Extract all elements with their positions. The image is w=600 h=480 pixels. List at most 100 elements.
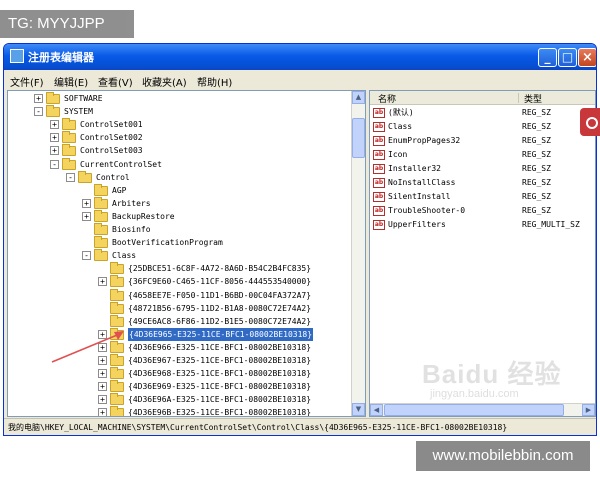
folder-icon bbox=[94, 196, 108, 209]
folder-icon bbox=[110, 327, 124, 340]
value-row[interactable]: ab EnumPropPages32 REG_SZ bbox=[370, 134, 595, 148]
folder-icon bbox=[110, 288, 124, 301]
menu-view[interactable]: 查看(V) bbox=[98, 74, 133, 89]
value-name: NoInstallClass bbox=[388, 178, 456, 187]
menu-edit[interactable]: 编辑(E) bbox=[54, 74, 88, 89]
title-bar[interactable]: 注册表编辑器 _ □ × bbox=[4, 44, 596, 70]
expand-plus-icon[interactable]: + bbox=[50, 133, 59, 143]
tree-item-label: {4D36E96B-E325-11CE-BFC1-08002BE10318} bbox=[128, 408, 312, 417]
value-row[interactable]: ab Class REG_SZ bbox=[370, 120, 595, 134]
tree-item[interactable]: Biosinfo bbox=[8, 223, 353, 236]
tree-item-label: Control bbox=[96, 172, 130, 182]
tree-item[interactable]: BootVerificationProgram bbox=[8, 236, 353, 249]
expand-plus-icon[interactable]: + bbox=[50, 120, 59, 130]
tree-item[interactable]: {48721B56-6795-11D2-B1A8-0080C72E74A2} bbox=[8, 301, 353, 315]
tree-item[interactable]: - Control bbox=[8, 170, 353, 184]
expand-plus-icon[interactable]: + bbox=[98, 395, 107, 405]
tree-item[interactable]: - CurrentControlSet bbox=[8, 157, 353, 171]
value-row[interactable]: ab NoInstallClass REG_SZ bbox=[370, 176, 595, 190]
tree-item[interactable]: + {36FC9E60-C465-11CF-8056-444553540000} bbox=[8, 275, 353, 288]
value-type: REG_SZ bbox=[522, 192, 551, 201]
string-value-icon: ab bbox=[373, 164, 385, 174]
value-row[interactable]: ab TroubleShooter-0 REG_SZ bbox=[370, 204, 595, 218]
value-name: EnumPropPages32 bbox=[388, 136, 461, 145]
maximize-button[interactable]: □ bbox=[558, 48, 577, 67]
value-type: REG_SZ bbox=[522, 164, 551, 173]
expand-plus-icon[interactable]: + bbox=[98, 329, 107, 339]
tree-item[interactable]: + {4D36E969-E325-11CE-BFC1-08002BE10318} bbox=[8, 380, 353, 393]
folder-icon bbox=[94, 223, 108, 235]
scroll-thumb[interactable] bbox=[352, 118, 365, 158]
expand-plus-icon[interactable]: + bbox=[98, 369, 107, 379]
scroll-right-arrow-icon[interactable]: ▶ bbox=[582, 404, 595, 416]
column-header-type[interactable]: 类型 bbox=[524, 92, 542, 105]
collapse-minus-icon[interactable]: - bbox=[82, 251, 91, 261]
tree-item[interactable]: + ControlSet001 bbox=[8, 118, 353, 131]
expand-plus-icon[interactable]: + bbox=[98, 356, 107, 365]
tree-item[interactable]: + Arbiters bbox=[8, 196, 353, 210]
folder-icon bbox=[62, 118, 76, 131]
tree-item[interactable]: + BackupRestore bbox=[8, 209, 353, 223]
expand-plus-icon[interactable]: + bbox=[98, 408, 107, 416]
tree-item[interactable]: {4658EE7E-F050-11D1-B6BD-00C04FA372A7} bbox=[8, 288, 353, 302]
scroll-up-arrow-icon[interactable]: ▲ bbox=[352, 91, 365, 104]
menu-favorites[interactable]: 收藏夹(A) bbox=[142, 74, 187, 89]
tree-item[interactable]: {49CE6AC8-6F86-11D2-B1E5-0080C72E74A2} bbox=[8, 314, 353, 328]
menu-help[interactable]: 帮助(H) bbox=[197, 74, 232, 89]
folder-icon bbox=[110, 367, 124, 380]
tree-vertical-scrollbar[interactable]: ▲ ▼ bbox=[351, 91, 365, 416]
tree-item-label: BackupRestore bbox=[112, 211, 175, 221]
tree-item[interactable]: + {4D36E966-E325-11CE-BFC1-08002BE10318} bbox=[8, 340, 353, 354]
column-divider[interactable] bbox=[518, 93, 519, 103]
value-row[interactable]: ab Installer32 REG_SZ bbox=[370, 162, 595, 176]
expand-plus-icon[interactable]: + bbox=[82, 198, 91, 208]
tree-item[interactable]: {25DBCE51-6C8F-4A72-8A6D-B54C2B4FC835} bbox=[8, 262, 353, 275]
folder-icon bbox=[110, 354, 124, 366]
expand-plus-icon[interactable]: + bbox=[50, 146, 59, 156]
tree-item[interactable]: - Class bbox=[8, 249, 353, 262]
tree-item-label: Biosinfo bbox=[112, 225, 151, 234]
value-type: REG_SZ bbox=[522, 206, 551, 215]
expand-plus-icon[interactable]: + bbox=[98, 342, 107, 352]
value-row[interactable]: ab Icon REG_SZ bbox=[370, 148, 595, 162]
tree-item[interactable]: + SOFTWARE bbox=[8, 92, 353, 105]
collapse-minus-icon[interactable]: - bbox=[34, 107, 43, 117]
folder-icon bbox=[110, 380, 124, 393]
scroll-down-arrow-icon[interactable]: ▼ bbox=[352, 403, 365, 416]
tree-item[interactable]: + {4D36E965-E325-11CE-BFC1-08002BE10318} bbox=[8, 326, 353, 342]
collapse-minus-icon[interactable]: - bbox=[66, 172, 75, 182]
tree-item[interactable]: - SYSTEM bbox=[8, 105, 353, 118]
menu-file[interactable]: 文件(F) bbox=[10, 74, 44, 89]
tree-item[interactable]: + {4D36E96B-E325-11CE-BFC1-08002BE10318} bbox=[8, 406, 353, 417]
collapse-minus-icon[interactable]: - bbox=[50, 159, 59, 169]
list-header: 名称 类型 bbox=[370, 91, 595, 105]
tree-item[interactable]: + {4D36E968-E325-11CE-BFC1-08002BE10318} bbox=[8, 367, 353, 380]
close-button[interactable]: × bbox=[578, 48, 596, 67]
tree-item[interactable]: + ControlSet002 bbox=[8, 131, 353, 144]
value-name: UpperFilters bbox=[388, 220, 446, 229]
tree-item[interactable]: + {4D36E96A-E325-11CE-BFC1-08002BE10318} bbox=[8, 393, 353, 406]
expand-plus-icon[interactable]: + bbox=[82, 211, 91, 221]
expand-plus-icon[interactable]: + bbox=[98, 277, 107, 287]
value-name: Class bbox=[388, 122, 413, 131]
value-name: TroubleShooter-0 bbox=[388, 206, 466, 215]
side-share-icon[interactable] bbox=[580, 108, 600, 136]
tree-item[interactable]: AGP bbox=[8, 183, 353, 197]
tree-item-label: ControlSet002 bbox=[80, 133, 143, 143]
window-title: 注册表编辑器 bbox=[28, 51, 94, 64]
registry-tree[interactable]: + SOFTWARE - SYSTEM + ControlSet001 + ControlSe… bbox=[7, 90, 366, 417]
tree-item[interactable]: + {4D36E967-E325-11CE-BFC1-08002BE10318} bbox=[8, 354, 353, 367]
expand-plus-icon[interactable]: + bbox=[34, 94, 43, 103]
minimize-button[interactable]: _ bbox=[538, 48, 557, 67]
column-header-name[interactable]: 名称 bbox=[378, 92, 396, 105]
watermark-main: Baidu 经验 bbox=[422, 359, 562, 389]
tree-item-label: AGP bbox=[112, 185, 127, 195]
value-row[interactable]: ab SilentInstall REG_SZ bbox=[370, 190, 595, 204]
scroll-left-arrow-icon[interactable]: ◀ bbox=[370, 404, 383, 416]
tree-item[interactable]: + ControlSet003 bbox=[8, 144, 353, 157]
value-row[interactable]: ab UpperFilters REG_MULTI_SZ bbox=[370, 218, 595, 232]
folder-icon bbox=[94, 249, 108, 262]
tree-item-label: {4D36E966-E325-11CE-BFC1-08002BE10318} bbox=[128, 342, 312, 352]
expand-plus-icon[interactable]: + bbox=[98, 382, 107, 392]
value-row[interactable]: ab (默认) REG_SZ bbox=[370, 106, 595, 120]
